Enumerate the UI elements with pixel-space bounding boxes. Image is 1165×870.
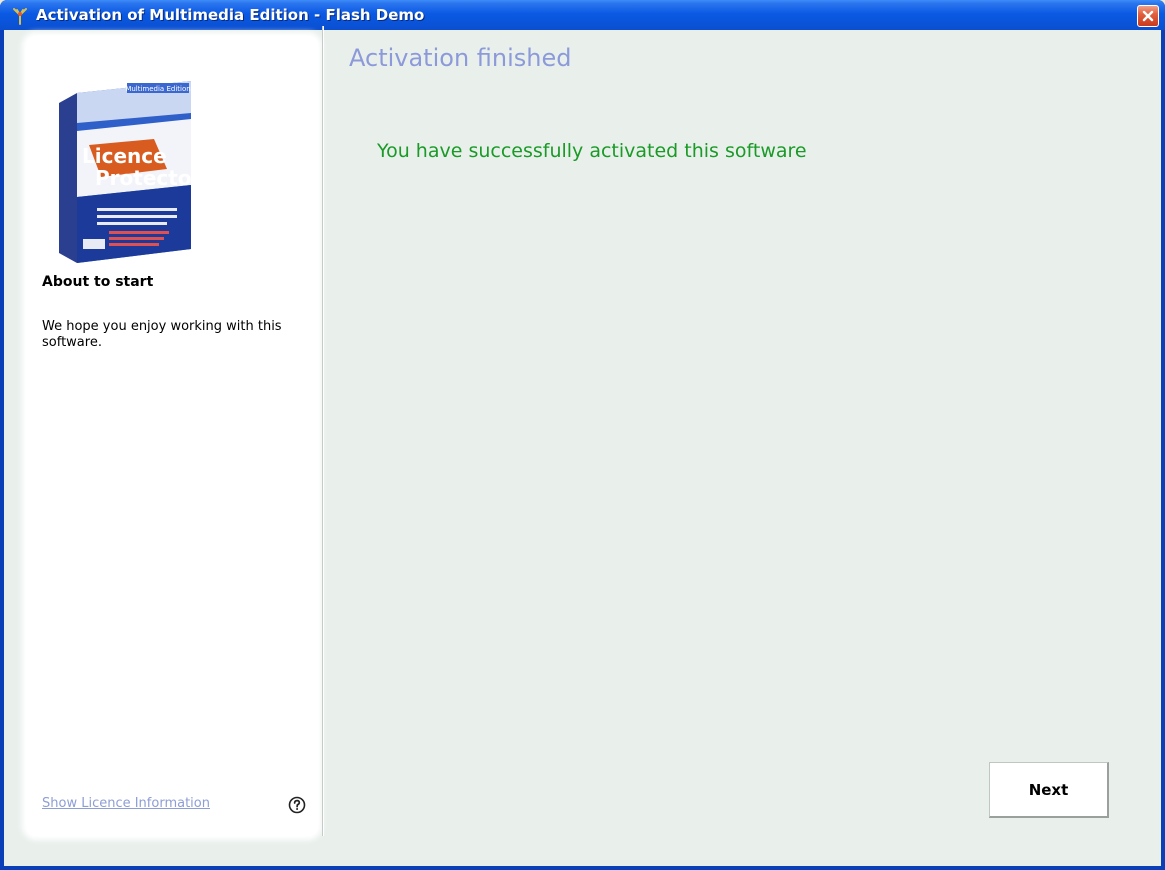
sidebar-text: We hope you enjoy working with this soft… bbox=[42, 319, 282, 350]
success-message: You have successfully activated this sof… bbox=[377, 140, 807, 162]
title-bar[interactable]: Activation of Multimedia Edition - Flash… bbox=[0, 0, 1165, 30]
window-title: Activation of Multimedia Edition - Flash… bbox=[36, 6, 425, 24]
activation-window: Activation of Multimedia Edition - Flash… bbox=[0, 0, 1165, 870]
product-edition-text: Multimedia Edition bbox=[125, 85, 190, 93]
help-icon[interactable] bbox=[288, 796, 306, 814]
page-title: Activation finished bbox=[349, 44, 572, 72]
show-licence-link[interactable]: Show Licence Information bbox=[42, 796, 210, 811]
panel-divider bbox=[322, 26, 324, 836]
close-icon bbox=[1142, 10, 1154, 22]
product-box-image: Multimedia Edition Licence Protector bbox=[49, 73, 202, 269]
sidebar-panel: Multimedia Edition Licence Protector Abo… bbox=[26, 36, 318, 836]
app-logo-icon[interactable] bbox=[10, 6, 30, 26]
product-name-text: Licence bbox=[82, 144, 167, 168]
sidebar-heading: About to start bbox=[42, 274, 154, 290]
window-frame-bottom bbox=[0, 866, 1165, 870]
close-button[interactable] bbox=[1137, 5, 1159, 27]
next-button[interactable]: Next bbox=[989, 762, 1109, 818]
